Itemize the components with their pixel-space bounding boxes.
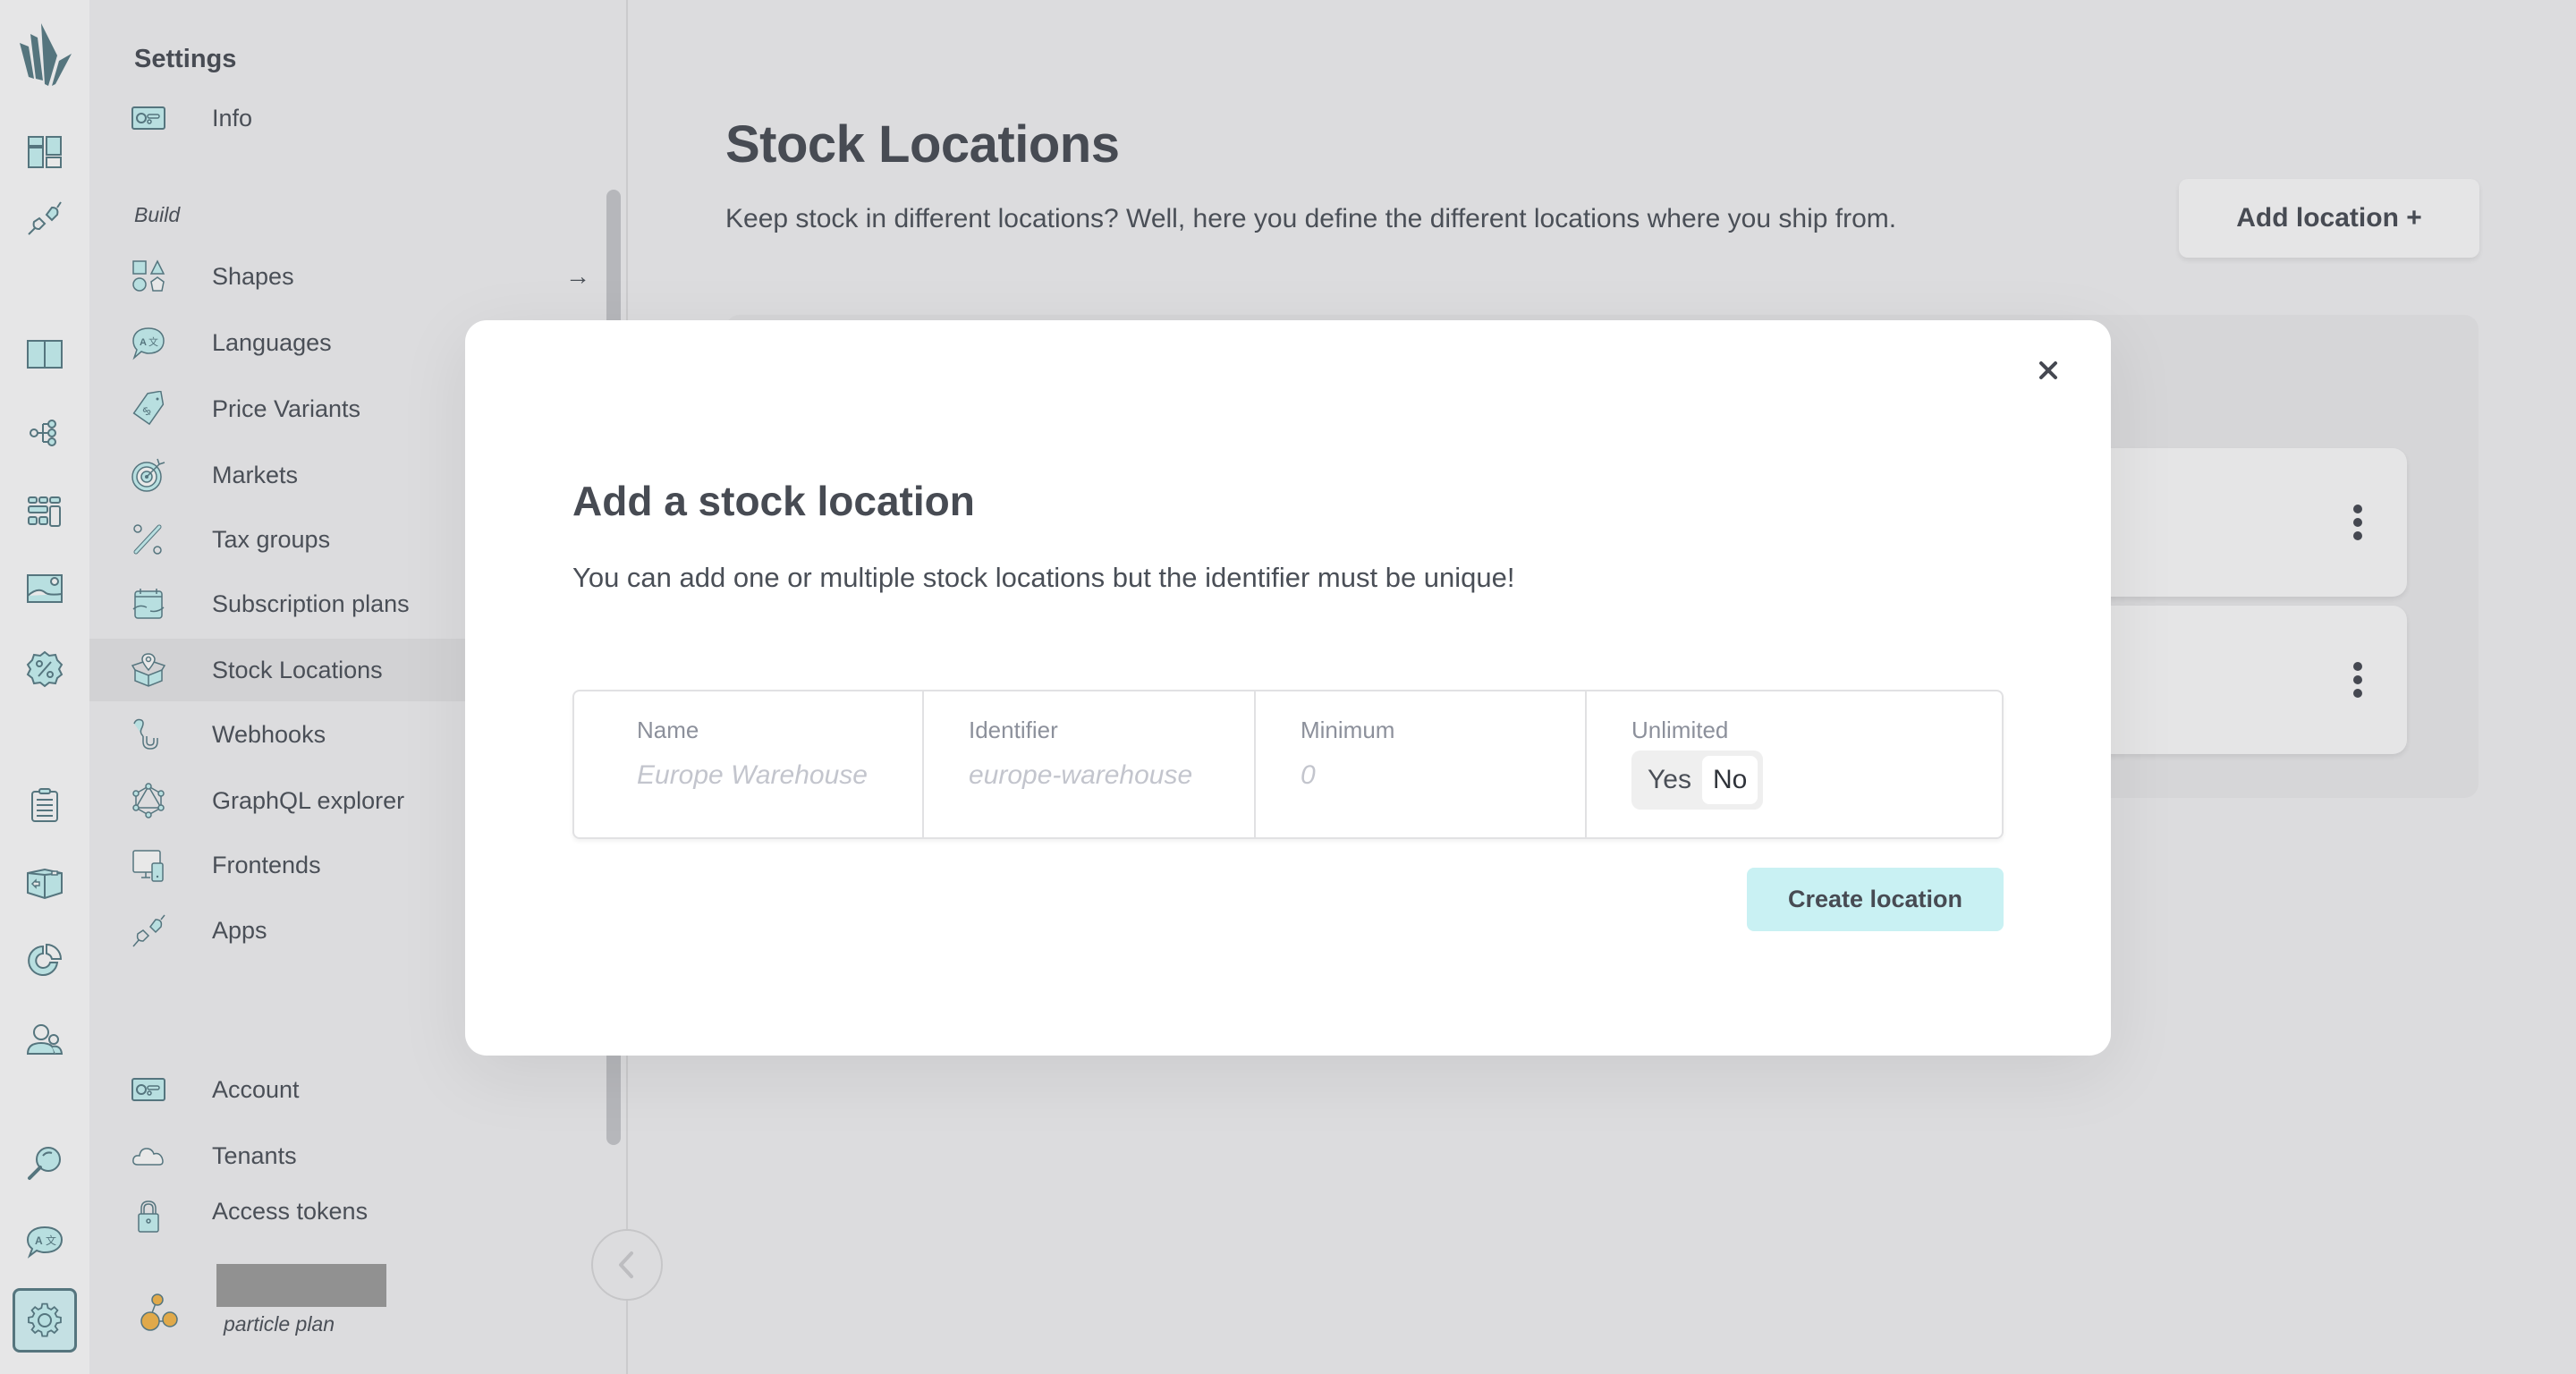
location-form-fields: Name Identifier Minimum Unlimited Yes No — [572, 690, 2004, 839]
modal-title: Add a stock location — [572, 478, 975, 524]
minimum-field: Minimum — [1256, 691, 1587, 837]
identifier-label: Identifier — [969, 717, 1058, 743]
minimum-input[interactable] — [1301, 756, 1549, 795]
minimum-label: Minimum — [1301, 717, 1395, 743]
unlimited-no-option[interactable]: No — [1701, 756, 1758, 804]
unlimited-field: Unlimited Yes No — [1587, 691, 2002, 837]
close-modal-button[interactable] — [2032, 354, 2064, 386]
identifier-input[interactable] — [969, 756, 1218, 795]
unlimited-toggle: Yes No — [1631, 751, 1764, 810]
name-field: Name — [574, 691, 924, 837]
identifier-field: Identifier — [924, 691, 1256, 837]
unlimited-label: Unlimited — [1631, 717, 1729, 743]
create-location-button[interactable]: Create location — [1747, 868, 2004, 931]
close-icon — [2039, 361, 2057, 379]
name-input[interactable] — [637, 756, 904, 795]
modal-description: You can add one or multiple stock locati… — [572, 562, 1515, 593]
name-label: Name — [637, 717, 699, 743]
add-stock-location-modal: Add a stock location You can add one or … — [465, 320, 2111, 1056]
unlimited-yes-option[interactable]: Yes — [1637, 756, 1702, 804]
